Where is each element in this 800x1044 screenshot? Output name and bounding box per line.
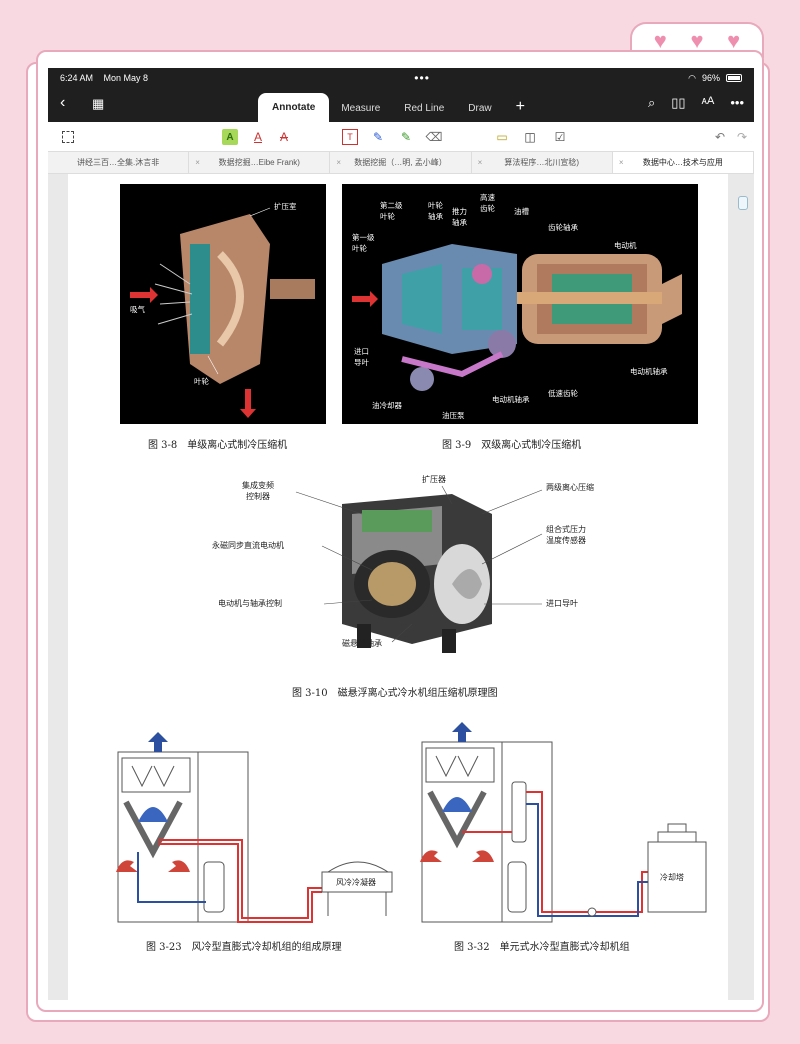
- close-icon[interactable]: ×: [336, 152, 341, 173]
- label-mag-bearing: 磁悬浮轴承: [342, 639, 382, 648]
- battery-percent: 96%: [701, 73, 720, 83]
- doc-tab[interactable]: × 数据挖掘…Eibe Frank): [189, 152, 331, 173]
- label-pm-motor: 永磁同步直流电动机: [212, 541, 284, 550]
- tab-draw[interactable]: Draw: [456, 95, 503, 122]
- heart-icon: ♥: [727, 28, 741, 53]
- caption-fig-3-8: 图 3-8 单级离心式制冷压缩机: [148, 440, 288, 451]
- label-thrust-bearing: 推力 轴承: [452, 207, 467, 227]
- tablet-screen: 6:24 AM Mon May 8 ••• ◠ 96% ‹ ▦ Annotate…: [48, 68, 754, 1000]
- underline-text-icon[interactable]: A: [250, 129, 266, 145]
- heart-icon: ♥: [690, 28, 704, 53]
- close-icon[interactable]: ×: [619, 152, 624, 173]
- label-oil-pump: 油压泵: [442, 411, 465, 420]
- book-icon[interactable]: ▯▯: [671, 95, 685, 111]
- status-time: 6:24 AM: [60, 73, 94, 83]
- document-page-area[interactable]: 扩压室 吸气 叶轮 第二级 叶轮 叶轮 轴承 推力 轴承 高速 齿轮 油槽 齿轮…: [48, 174, 754, 1000]
- tab-redline[interactable]: Red Line: [392, 95, 456, 122]
- more-icon[interactable]: •••: [730, 95, 744, 111]
- figure-3-23-image: 风冷冷凝器: [108, 732, 408, 932]
- figure-3-8-image: 扩压室 吸气 叶轮: [120, 184, 326, 424]
- selection-icon[interactable]: [60, 129, 76, 145]
- label-bearing-control: 电动机与轴承控制: [218, 599, 282, 608]
- tab-annotate[interactable]: Annotate: [258, 93, 330, 122]
- label-igv-3-10: 进口导叶: [546, 599, 578, 608]
- caption-fig-3-10: 图 3-10 磁悬浮离心式冷水机组压缩机原理图: [292, 688, 498, 699]
- label-diffuser: 扩压室: [274, 202, 297, 211]
- text-size-icon[interactable]: ᴀA: [702, 95, 715, 111]
- label-impeller-1: 第一级 叶轮: [352, 233, 375, 253]
- highlighter-icon[interactable]: ✎: [398, 129, 414, 145]
- figure-3-9-image: 第二级 叶轮 叶轮 轴承 推力 轴承 高速 齿轮 油槽 齿轮轴承 电动机 第一级…: [342, 184, 698, 424]
- close-icon[interactable]: ×: [478, 152, 483, 173]
- label-low-speed-gear: 低速齿轮: [548, 389, 578, 398]
- textbox-icon[interactable]: T: [342, 129, 358, 145]
- doc-tab-active[interactable]: × 数据中心…技术与应用: [612, 152, 754, 173]
- grid-icon[interactable]: ▦: [92, 96, 104, 112]
- status-bar: 6:24 AM Mon May 8 ••• ◠ 96%: [48, 68, 754, 88]
- label-impeller-bearing: 叶轮 轴承: [428, 201, 443, 221]
- label-motor-bearing: 电动机轴承: [492, 395, 530, 404]
- heart-icon: ♥: [653, 28, 667, 53]
- more-dots-icon[interactable]: •••: [414, 71, 430, 85]
- app-toolbar: ‹ ▦ Annotate Measure Red Line Draw + ⌕ ▯…: [48, 88, 754, 122]
- label-vfd: 集成变频 控制器: [242, 481, 274, 501]
- figure-3-10-image: 集成变频 控制器 扩压器 两级离心压缩 永磁同步直流电动机 组合式压力 温度传感…: [212, 474, 612, 674]
- label-intake: 吸气: [130, 305, 145, 314]
- doc-tab[interactable]: 讲经三百…全集.沐言非: [48, 152, 190, 173]
- redo-icon[interactable]: ↷: [734, 129, 750, 145]
- caption-fig-3-32: 图 3-32 单元式水冷型直膨式冷却机组: [454, 942, 630, 953]
- label-two-stage: 两级离心压缩: [546, 483, 594, 492]
- shapes-icon[interactable]: ◫: [522, 129, 538, 145]
- figure-3-32-image: 冷却塔: [412, 722, 712, 934]
- undo-icon[interactable]: ↶: [712, 129, 728, 145]
- document-page: 扩压室 吸气 叶轮 第二级 叶轮 叶轮 轴承 推力 轴承 高速 齿轮 油槽 齿轮…: [68, 174, 728, 1000]
- wifi-icon: ◠: [688, 72, 696, 83]
- tab-measure[interactable]: Measure: [329, 95, 392, 122]
- search-icon[interactable]: ⌕: [648, 95, 655, 111]
- label-impeller-2: 第二级 叶轮: [380, 201, 403, 221]
- add-tab-icon[interactable]: +: [504, 94, 537, 122]
- eraser-icon[interactable]: ⌫: [426, 129, 443, 145]
- tool-tabs: Annotate Measure Red Line Draw +: [258, 93, 537, 122]
- label-motor: 电动机: [614, 241, 637, 250]
- label-sensor: 组合式压力 温度传感器: [546, 525, 586, 545]
- caption-fig-3-23: 图 3-23 风冷型直膨式冷却机组的组成原理: [146, 942, 342, 953]
- pen-icon[interactable]: ✎: [370, 129, 386, 145]
- stamp-icon[interactable]: ☑: [552, 129, 568, 145]
- doc-tab[interactable]: × 算法程序…北川宣稔): [472, 152, 613, 173]
- label-gear-bearing: 齿轮轴承: [548, 223, 578, 232]
- comment-icon[interactable]: ▭: [494, 129, 510, 145]
- label-impeller: 叶轮: [194, 377, 209, 386]
- label-motor-bearing-2: 电动机轴承: [630, 367, 668, 376]
- annotation-toolbar: A A A T ✎ ✎ ⌫ ▭ ◫ ☑ ↶ ↷: [48, 122, 754, 152]
- battery-icon: [726, 74, 742, 82]
- label-high-speed-gear: 高速 齿轮: [480, 193, 495, 213]
- page-scroll-indicator[interactable]: [738, 196, 748, 210]
- label-air-condenser: 风冷冷凝器: [336, 878, 376, 887]
- highlight-text-icon[interactable]: A: [222, 129, 238, 145]
- label-oil-tank: 油槽: [514, 207, 529, 216]
- caption-fig-3-9: 图 3-9 双级离心式制冷压缩机: [442, 440, 582, 451]
- label-oil-cooler: 油冷却器: [372, 401, 402, 410]
- label-inlet-guide-vane: 进口 导叶: [354, 347, 369, 367]
- strikeout-text-icon[interactable]: A: [276, 129, 292, 145]
- status-date: Mon May 8: [103, 73, 149, 83]
- doc-tab[interactable]: × 数据挖掘（…明, 孟小峰）: [330, 152, 472, 173]
- label-diffuser-3-10: 扩压器: [422, 475, 446, 484]
- document-tabs: 讲经三百…全集.沐言非 × 数据挖掘…Eibe Frank) × 数据挖掘（…明, …: [48, 152, 754, 174]
- label-cooling-tower: 冷却塔: [660, 873, 684, 882]
- back-icon[interactable]: ‹: [60, 94, 65, 112]
- close-icon[interactable]: ×: [195, 152, 200, 173]
